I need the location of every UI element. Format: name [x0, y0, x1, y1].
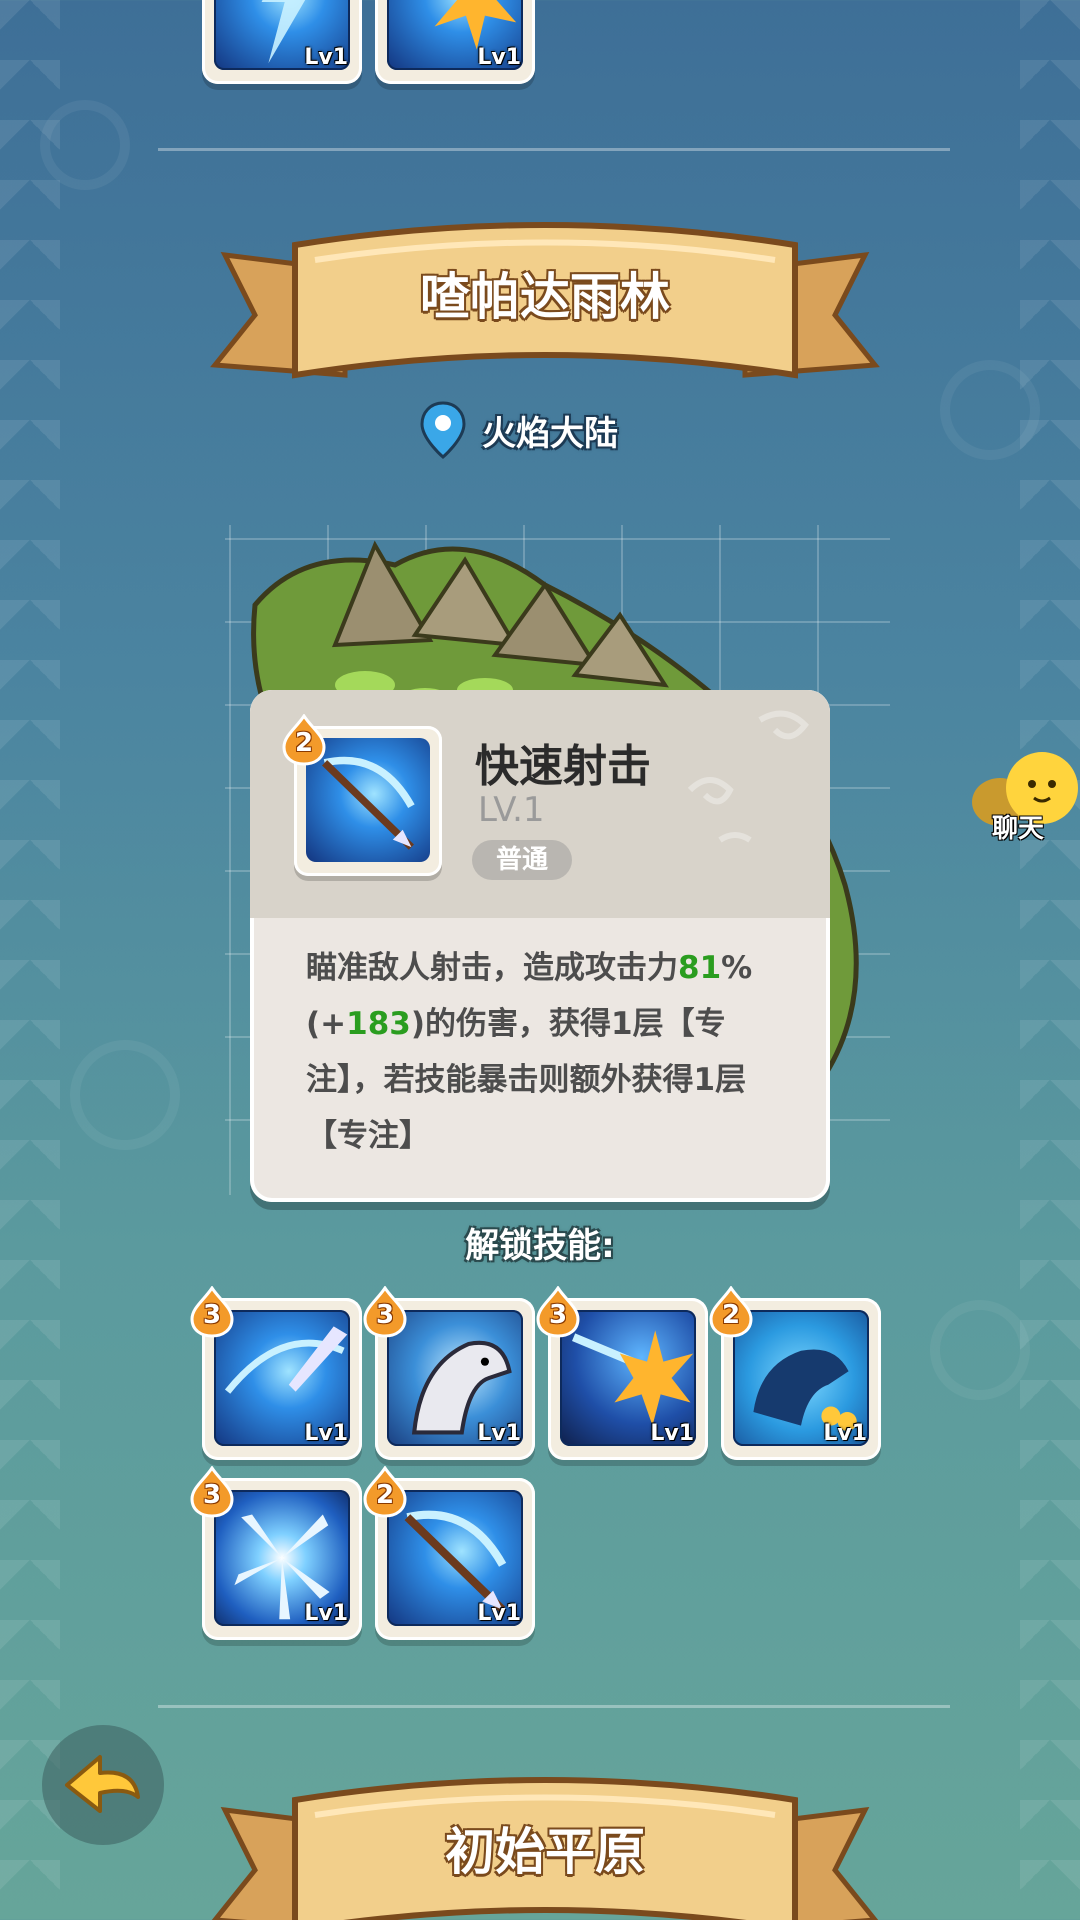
- rank-badge: 2: [363, 1466, 407, 1518]
- section-divider: [158, 1705, 950, 1708]
- rank-badge: 3: [536, 1286, 580, 1338]
- bg-swirl-decoration: [40, 100, 130, 190]
- rank-badge: 3: [363, 1286, 407, 1338]
- previous-skill-card[interactable]: Lv1: [202, 0, 362, 84]
- skill-level-label: Lv1: [823, 1421, 867, 1446]
- next-region-banner: 初始平原: [205, 1770, 885, 1920]
- previous-skill-card[interactable]: Lv1: [375, 0, 535, 84]
- next-region-title: 初始平原: [445, 1823, 645, 1881]
- skill-tooltip: 2 快速射击 LV.1 普通 瞄准敌人射击，造成攻击力81%(+183)的伤害，…: [250, 690, 830, 1202]
- back-button[interactable]: [42, 1725, 164, 1845]
- unlock-skills-label: 解锁技能:: [465, 1226, 615, 1266]
- description-value-bonus: 183: [346, 1006, 411, 1042]
- rank-badge: 2: [282, 713, 326, 766]
- chat-label: 聊天: [992, 814, 1045, 844]
- bg-swirl-decoration: [70, 1040, 180, 1150]
- rank-number: 2: [294, 728, 314, 758]
- rank-number: 3: [548, 1300, 568, 1330]
- rank-badge: 2: [709, 1286, 753, 1338]
- unlock-skill-card[interactable]: Lv1 3: [536, 1286, 708, 1460]
- unlock-skill-card[interactable]: Lv1 3: [190, 1286, 362, 1460]
- chat-button[interactable]: 聊天: [970, 750, 1080, 850]
- rank-badge: 3: [190, 1286, 234, 1338]
- right-border-pattern: [1020, 0, 1080, 1920]
- bg-swirl-decoration: [930, 1300, 1030, 1400]
- rank-number: 2: [375, 1480, 395, 1510]
- rank-number: 2: [721, 1300, 741, 1330]
- skill-quality-badge: 普通: [472, 840, 572, 880]
- region-title: 喳帕达雨林: [420, 268, 670, 326]
- unlock-skill-card[interactable]: Lv1 2: [363, 1466, 535, 1640]
- unlock-skill-card[interactable]: Lv1 3: [363, 1286, 535, 1460]
- rank-number: 3: [202, 1300, 222, 1330]
- skill-name: 快速射击: [475, 741, 651, 792]
- rank-badge: 3: [190, 1466, 234, 1518]
- description-text: 瞄准敌人射击，造成攻击力: [306, 950, 678, 986]
- skill-level-label: Lv1: [304, 1421, 348, 1446]
- rank-number: 3: [375, 1300, 395, 1330]
- skill-description: 瞄准敌人射击，造成攻击力81%(+183)的伤害，获得1层【专注】，若技能暴击则…: [306, 940, 786, 1164]
- location-row: 火焰大陆: [420, 400, 618, 460]
- skill-level-label: Lv1: [477, 45, 521, 70]
- description-value-attack: 81: [678, 950, 722, 986]
- skill-level-label: Lv1: [650, 1421, 694, 1446]
- skill-level-label: Lv1: [477, 1421, 521, 1446]
- left-border-pattern: [0, 0, 60, 1920]
- section-divider: [158, 148, 950, 151]
- location-pin-icon: [420, 401, 466, 459]
- bg-swirl-decoration: [940, 360, 1040, 460]
- back-arrow-icon: [65, 1755, 140, 1813]
- skill-level-label: Lv1: [477, 1601, 521, 1626]
- rank-number: 3: [202, 1480, 222, 1510]
- skill-level-label: Lv1: [304, 45, 348, 70]
- location-name: 火焰大陆: [482, 413, 618, 454]
- skill-level: LV.1: [478, 790, 545, 830]
- region-banner: 喳帕达雨林: [205, 215, 885, 405]
- unlock-skill-card[interactable]: Lv1 2: [709, 1286, 881, 1460]
- tooltip-skill-icon: 2: [282, 713, 442, 876]
- skill-level-label: Lv1: [304, 1601, 348, 1626]
- unlock-skill-card[interactable]: Lv1 3: [190, 1466, 362, 1640]
